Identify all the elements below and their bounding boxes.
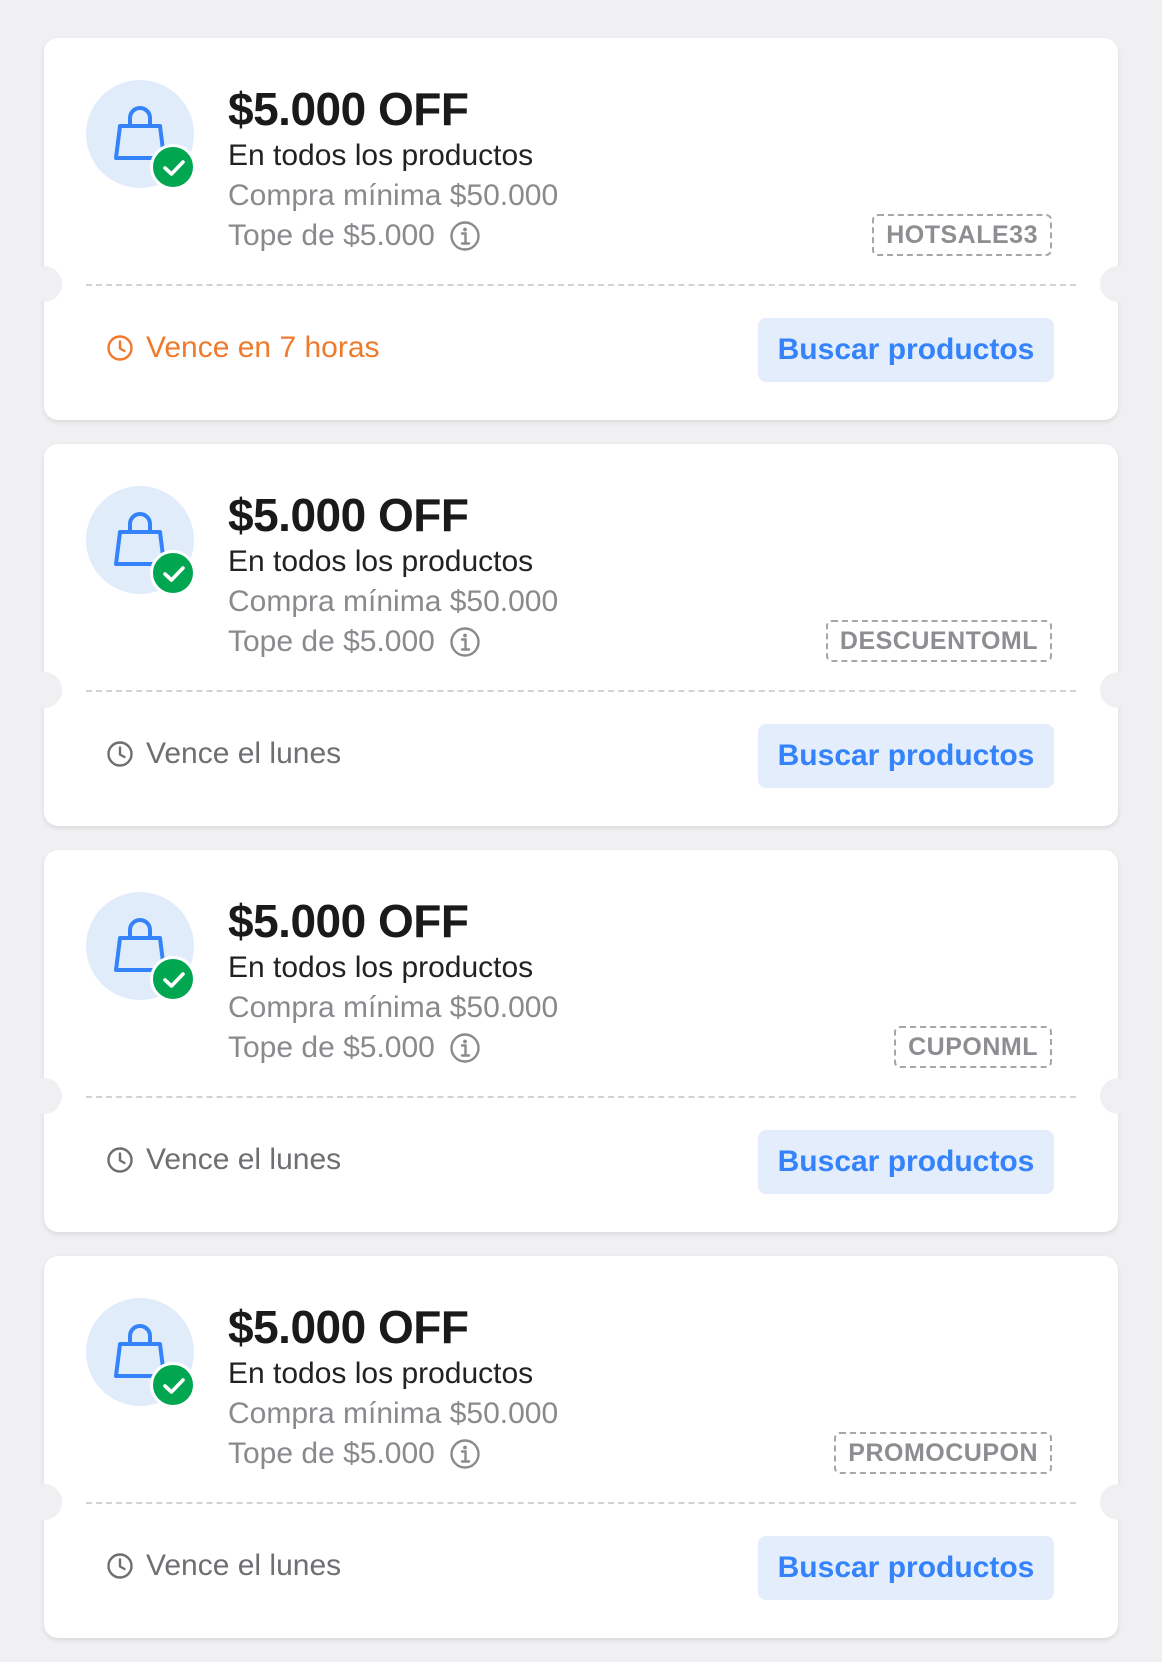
ticket-notch-right: [1100, 1078, 1136, 1114]
coupon-scope: En todos los productos: [228, 139, 534, 172]
coupon-expiry: Vence en 7 horas: [106, 328, 380, 368]
coupon-cap: Tope de $5.000: [228, 1031, 435, 1064]
coupon-amount: $5.000 OFF: [228, 1301, 469, 1353]
coupon-code: HOTSALE33: [872, 214, 1052, 256]
ticket-notch-left: [26, 672, 62, 708]
checkmark-icon: [163, 566, 185, 582]
coupon-scope: En todos los productos: [228, 545, 534, 578]
coupon-amount: $5.000 OFF: [228, 895, 469, 947]
coupon-details: $5.000 OFF En todos los productos Compra…: [228, 84, 558, 256]
coupon-scope: En todos los productos: [228, 951, 534, 984]
coupon-min-purchase: Compra mínima $50.000: [228, 1397, 559, 1430]
ticket-perforation: [86, 284, 1076, 286]
coupon-code: PROMOCUPON: [834, 1432, 1052, 1474]
coupon-expiry: Vence el lunes: [106, 1140, 341, 1180]
ticket-notch-right: [1100, 1484, 1136, 1520]
coupon-cap-row: Tope de $5.000: [228, 216, 558, 256]
ticket-notch-right: [1100, 672, 1136, 708]
coupon-expiry-label: Vence el lunes: [146, 1549, 342, 1582]
coupon-icon: [86, 1298, 196, 1408]
check-badge: [150, 1362, 196, 1408]
coupon-expiry-label: Vence en 7 horas: [146, 331, 380, 364]
coupon-code: CUPONML: [894, 1026, 1052, 1068]
search-products-button[interactable]: Buscar productos: [758, 1130, 1054, 1194]
search-products-button[interactable]: Buscar productos: [758, 724, 1054, 788]
check-badge: [150, 956, 196, 1002]
coupon-details: $5.000 OFF En todos los productos Compra…: [228, 896, 558, 1068]
coupon-amount: $5.000 OFF: [228, 489, 469, 541]
coupon-amount: $5.000 OFF: [228, 83, 469, 135]
coupon-cap: Tope de $5.000: [228, 219, 435, 252]
coupon-cap-row: Tope de $5.000: [228, 1434, 558, 1474]
coupon-card: $5.000 OFF En todos los productos Compra…: [26, 850, 1136, 1232]
check-badge: [150, 550, 196, 596]
coupon-expiry: Vence el lunes: [106, 1546, 341, 1586]
coupon-code: DESCUENTOML: [825, 620, 1052, 662]
check-badge: [150, 144, 196, 190]
ticket-notch-left: [26, 266, 62, 302]
checkmark-icon: [163, 160, 185, 176]
coupon-cap: Tope de $5.000: [228, 1437, 435, 1470]
clock-icon: [107, 741, 133, 767]
coupon-scope: En todos los productos: [228, 1357, 534, 1390]
coupon-icon: [86, 892, 196, 1002]
coupon-list: $5.000 OFF En todos los productos Compra…: [26, 38, 1136, 1662]
coupon-details: $5.000 OFF En todos los productos Compra…: [228, 490, 558, 662]
checkmark-icon: [163, 1378, 185, 1394]
ticket-notch-left: [26, 1484, 62, 1520]
clock-icon: [107, 1147, 133, 1173]
search-products-button[interactable]: Buscar productos: [758, 1536, 1054, 1600]
coupon-min-purchase: Compra mínima $50.000: [228, 585, 559, 618]
info-icon[interactable]: [449, 626, 481, 658]
clock-icon: [107, 1553, 133, 1579]
info-icon[interactable]: [449, 1438, 481, 1470]
coupon-expiry-label: Vence el lunes: [146, 737, 342, 770]
coupon-details: $5.000 OFF En todos los productos Compra…: [228, 1302, 558, 1474]
coupon-card: $5.000 OFF En todos los productos Compra…: [26, 1256, 1136, 1638]
search-products-button[interactable]: Buscar productos: [758, 318, 1054, 382]
coupon-expiry: Vence el lunes: [106, 734, 341, 774]
coupon-cap-row: Tope de $5.000: [228, 1028, 558, 1068]
coupon-expiry-label: Vence el lunes: [146, 1143, 342, 1176]
info-icon[interactable]: [449, 220, 481, 252]
ticket-perforation: [86, 1096, 1076, 1098]
ticket-perforation: [86, 690, 1076, 692]
ticket-notch-left: [26, 1078, 62, 1114]
ticket-notch-right: [1100, 266, 1136, 302]
coupon-cap: Tope de $5.000: [228, 625, 435, 658]
clock-icon: [107, 335, 133, 361]
checkmark-icon: [163, 972, 185, 988]
coupon-min-purchase: Compra mínima $50.000: [228, 179, 559, 212]
coupon-min-purchase: Compra mínima $50.000: [228, 991, 559, 1024]
coupon-cap-row: Tope de $5.000: [228, 622, 558, 662]
coupon-card: $5.000 OFF En todos los productos Compra…: [26, 444, 1136, 826]
info-icon[interactable]: [449, 1032, 481, 1064]
ticket-perforation: [86, 1502, 1076, 1504]
coupon-icon: [86, 486, 196, 596]
coupon-icon: [86, 80, 196, 190]
coupon-card: $5.000 OFF En todos los productos Compra…: [26, 38, 1136, 420]
